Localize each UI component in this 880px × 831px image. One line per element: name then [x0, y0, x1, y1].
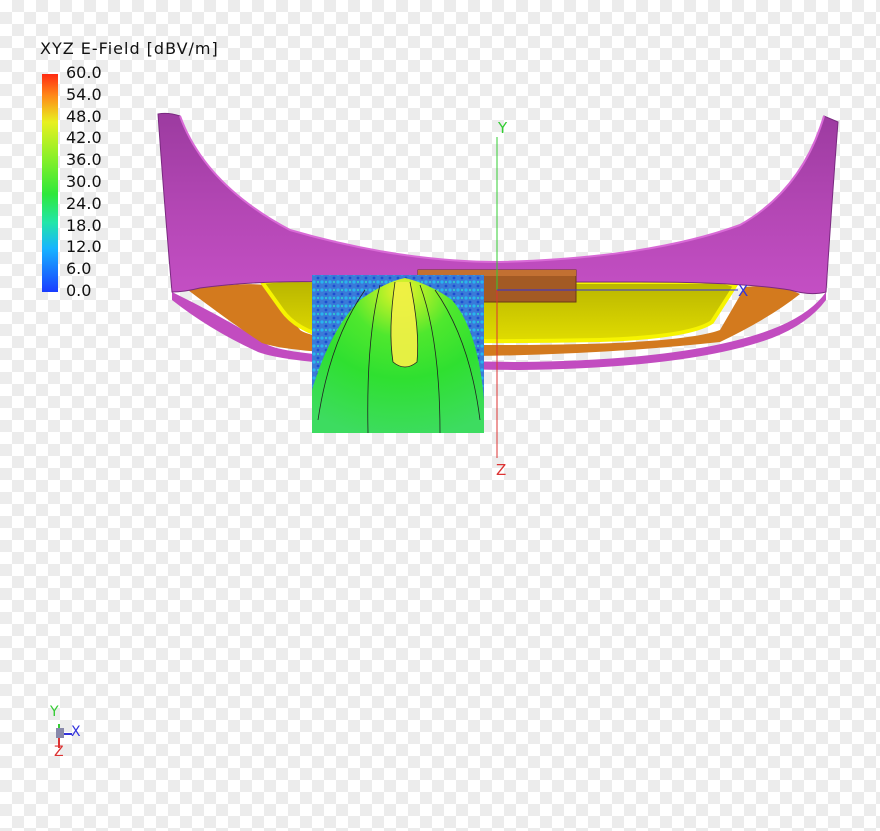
colorbar-tick-label: 24.0	[66, 193, 102, 213]
colorbar-tick-label: 0.0	[66, 281, 92, 300]
triad-y-label: Y	[50, 704, 59, 720]
colorbar-tick-label: 12.0	[66, 237, 102, 257]
y-axis-label: Y	[498, 119, 508, 137]
colorbar-tick-label: 30.0	[66, 172, 102, 191]
z-axis-label: Z	[496, 461, 507, 479]
x-axis-label: X	[738, 282, 749, 300]
colorbar-tick-label: 54.0	[66, 84, 102, 104]
triad-z-label: Z	[54, 744, 64, 760]
legend-title: XYZ E-Field [dBV/m]	[40, 39, 219, 58]
colorbar-tick-label: 18.0	[66, 215, 102, 235]
field-cut-plane	[312, 275, 484, 434]
colorbar-tick-label: 60.0	[66, 63, 102, 82]
colorbar-tick-label: 42.0	[66, 128, 102, 148]
field-simulation-scene	[56, 112, 839, 748]
colorbar-tick-label: 48.0	[66, 106, 102, 126]
colorbar-tick-label: 36.0	[66, 150, 102, 170]
colorbar	[42, 74, 58, 292]
triad-x-label: X	[71, 724, 81, 740]
colorbar-tick-label: 6.0	[66, 259, 92, 279]
upper-shell	[157, 112, 839, 295]
